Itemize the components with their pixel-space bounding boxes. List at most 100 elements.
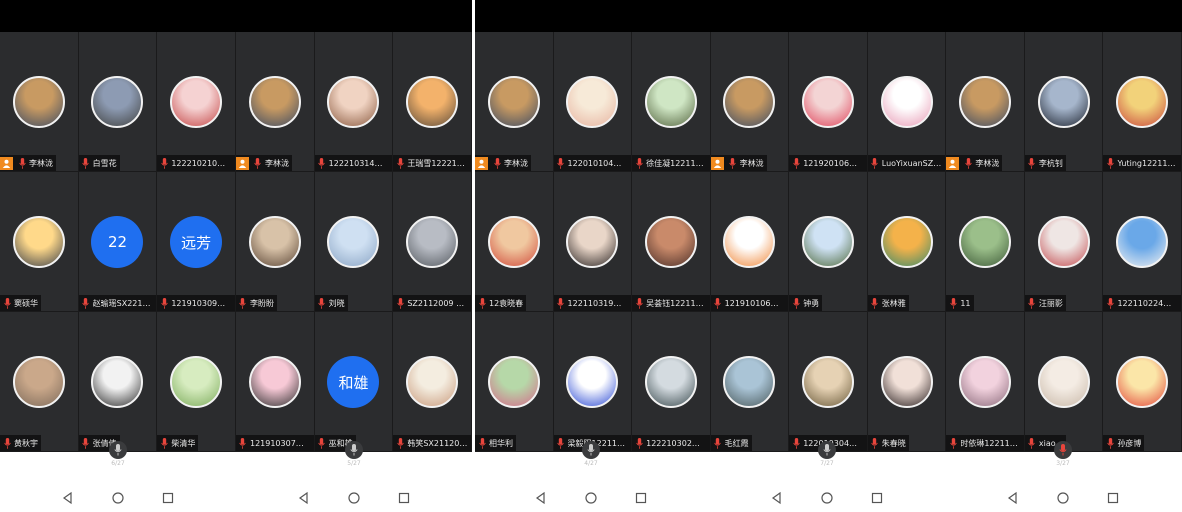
avatar bbox=[723, 356, 776, 408]
recents-icon[interactable] bbox=[1105, 490, 1121, 506]
avatar bbox=[723, 216, 776, 268]
participant-label: 李林泷 bbox=[475, 155, 531, 171]
back-icon[interactable] bbox=[1005, 490, 1021, 506]
participant-label: 11 bbox=[946, 295, 974, 311]
participant-tile[interactable]: 122110319姚... bbox=[553, 172, 633, 312]
page-indicator-right-1[interactable]: 4/27 bbox=[577, 441, 605, 471]
page-count: 3/27 bbox=[1056, 460, 1070, 467]
participant-name: 李盼盼 bbox=[249, 298, 274, 308]
participant-tile[interactable]: 徐佳凝122110... bbox=[632, 32, 711, 172]
participant-tile[interactable]: 李林泷 bbox=[475, 32, 554, 172]
participant-tile[interactable]: 李林泷 bbox=[710, 32, 790, 172]
page-indicator-left-1[interactable]: 6/27 bbox=[104, 441, 132, 471]
participant-tile[interactable]: 121910106李... bbox=[710, 172, 790, 312]
participant-name: 朱春晓 bbox=[881, 438, 906, 448]
participant-tile[interactable]: 122210314叶... bbox=[314, 32, 394, 172]
avatar bbox=[1037, 76, 1090, 128]
participant-tile[interactable]: 和雄 巫和雄 bbox=[314, 312, 394, 452]
host-badge-icon bbox=[0, 156, 13, 170]
participant-tile[interactable]: 相华利 bbox=[475, 312, 554, 452]
avatar bbox=[1037, 356, 1090, 408]
participant-label: 121920106杜... bbox=[789, 155, 867, 171]
participant-tile[interactable]: 11 bbox=[946, 172, 1025, 312]
participant-tile[interactable]: 李杭钊 bbox=[1024, 32, 1104, 172]
avatar bbox=[1116, 216, 1169, 268]
participant-tile[interactable]: 122210210王... bbox=[157, 32, 236, 172]
participant-tile[interactable]: 时依琳122110... bbox=[946, 312, 1025, 452]
participant-tile[interactable]: 白雪花 bbox=[78, 32, 158, 172]
mic-muted-icon bbox=[1105, 437, 1115, 449]
mic-muted-icon bbox=[713, 437, 723, 449]
mic-muted-icon bbox=[317, 437, 327, 449]
page-indicator-right-2[interactable]: 7/27 bbox=[813, 441, 841, 471]
home-icon[interactable] bbox=[819, 490, 835, 506]
participant-tile[interactable]: 刘晓 bbox=[314, 172, 394, 312]
participant-tile[interactable]: 122010304周... bbox=[789, 312, 868, 452]
android-nav-bar-right bbox=[475, 484, 1182, 512]
participant-tile[interactable]: xiao... bbox=[1024, 312, 1104, 452]
participant-tile[interactable]: 22 赵瑜瑶SX2212... bbox=[78, 172, 158, 312]
avatar bbox=[959, 216, 1012, 268]
participant-tile[interactable]: 窦硕华 bbox=[0, 172, 79, 312]
participant-tile[interactable]: 毛红霞 bbox=[710, 312, 790, 452]
participant-tile[interactable]: 李盼盼 bbox=[235, 172, 315, 312]
back-icon[interactable] bbox=[296, 490, 312, 506]
recents-icon[interactable] bbox=[633, 490, 649, 506]
avatar bbox=[406, 76, 459, 128]
mic-muted-icon bbox=[1105, 157, 1115, 169]
avatar bbox=[487, 356, 540, 408]
recents-icon[interactable] bbox=[396, 490, 412, 506]
participant-tile[interactable]: 孙彦博 bbox=[1103, 312, 1182, 452]
mic-muted-icon bbox=[2, 297, 12, 309]
page-indicator-left-2[interactable]: 5/27 bbox=[340, 441, 368, 471]
mic-muted-icon bbox=[81, 157, 91, 169]
participant-tile[interactable]: 黄秋宇 bbox=[0, 312, 79, 452]
mic-muted-icon bbox=[1027, 297, 1037, 309]
mic-muted-icon bbox=[317, 297, 327, 309]
participant-tile[interactable]: 远芳 121910309辛... bbox=[157, 172, 236, 312]
mic-muted-icon bbox=[791, 437, 801, 449]
participant-tile[interactable]: Yuting122110... bbox=[1103, 32, 1182, 172]
back-icon[interactable] bbox=[533, 490, 549, 506]
participant-tile[interactable]: 122110224易... bbox=[1103, 172, 1182, 312]
avatar bbox=[959, 76, 1012, 128]
participant-tile[interactable]: 柴清华 bbox=[157, 312, 236, 452]
participant-label: 李林泷 bbox=[710, 155, 767, 171]
participant-tile[interactable]: 梁毅阳122110... bbox=[553, 312, 633, 452]
participant-tile[interactable]: 121920106杜... bbox=[789, 32, 868, 172]
participant-tile[interactable]: 122010104郑... bbox=[553, 32, 633, 172]
participant-tile[interactable]: 朱春晓 bbox=[867, 312, 947, 452]
participant-tile[interactable]: 121910307陈漂 bbox=[235, 312, 315, 452]
mic-muted-icon bbox=[870, 157, 880, 169]
mic-muted-icon bbox=[634, 157, 644, 169]
home-icon[interactable] bbox=[1055, 490, 1071, 506]
participant-tile[interactable]: 李林泷 bbox=[946, 32, 1025, 172]
participant-tile[interactable]: 钟勇 bbox=[789, 172, 868, 312]
home-icon[interactable] bbox=[583, 490, 599, 506]
participant-name: 孙彦博 bbox=[1117, 438, 1142, 448]
participant-tile[interactable]: 汪丽影 bbox=[1024, 172, 1104, 312]
page-indicator-right-3[interactable]: 3/27 bbox=[1049, 441, 1077, 471]
participant-tile[interactable]: 吴荟钰122110... bbox=[632, 172, 711, 312]
home-icon[interactable] bbox=[110, 490, 126, 506]
home-icon[interactable] bbox=[346, 490, 362, 506]
participant-tile[interactable]: 韩笑SX2112014 bbox=[393, 312, 472, 452]
participant-tile[interactable]: SZ2112009 刘茵 bbox=[393, 172, 472, 312]
avatar bbox=[644, 76, 697, 128]
avatar bbox=[644, 356, 697, 408]
participant-tile[interactable]: 12袁晓春 bbox=[475, 172, 554, 312]
participant-tile[interactable]: 李林泷 bbox=[0, 32, 79, 172]
participant-tile[interactable]: 王瑞雪122210... bbox=[393, 32, 472, 172]
participant-tile[interactable]: 张林雅 bbox=[867, 172, 947, 312]
participant-tile[interactable]: 张倩倩 bbox=[78, 312, 158, 452]
participant-tile[interactable]: 李林泷 bbox=[235, 32, 315, 172]
avatar bbox=[1116, 356, 1169, 408]
participant-name: 121910106李... bbox=[724, 298, 786, 308]
back-icon[interactable] bbox=[60, 490, 76, 506]
participant-tile[interactable]: 122210302褚... bbox=[632, 312, 711, 452]
back-icon[interactable] bbox=[769, 490, 785, 506]
mic-muted-icon bbox=[634, 437, 644, 449]
recents-icon[interactable] bbox=[869, 490, 885, 506]
recents-icon[interactable] bbox=[160, 490, 176, 506]
participant-tile[interactable]: LuoYixuanSZ2... bbox=[867, 32, 947, 172]
